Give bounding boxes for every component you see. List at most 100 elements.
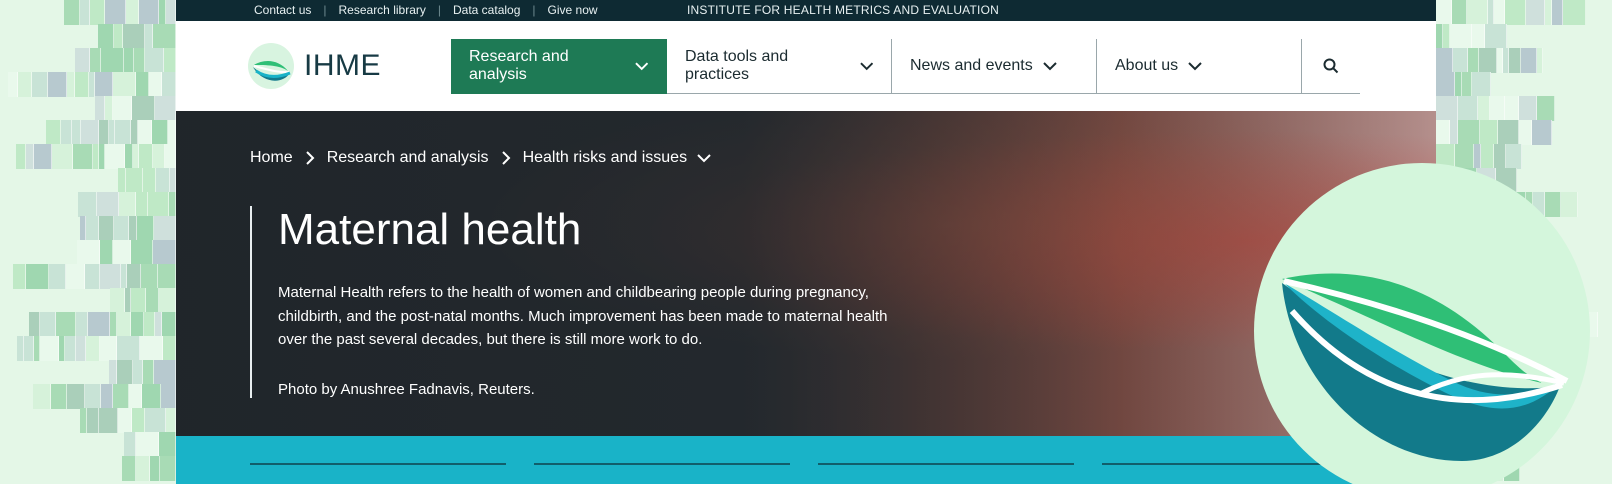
pattern-cell bbox=[133, 360, 143, 385]
pattern-cell bbox=[1498, 120, 1519, 145]
pattern-cell bbox=[160, 456, 176, 481]
pattern-cell bbox=[40, 312, 56, 337]
pattern-cell bbox=[154, 360, 176, 385]
pattern-cell bbox=[78, 192, 97, 217]
pattern-row bbox=[1436, 48, 1543, 73]
pattern-cell bbox=[152, 120, 168, 145]
main-navigation: Research and analysis Data tools and pra… bbox=[451, 39, 1360, 94]
website-page: Contact us | Research library | Data cat… bbox=[176, 0, 1436, 484]
pattern-cell bbox=[117, 312, 131, 337]
pattern-cell bbox=[76, 312, 88, 337]
search-button[interactable] bbox=[1302, 39, 1360, 94]
pattern-cell bbox=[67, 72, 75, 97]
breadcrumb-home[interactable]: Home bbox=[250, 149, 293, 167]
pattern-cell bbox=[1519, 120, 1532, 145]
chevron-down-icon[interactable] bbox=[697, 153, 711, 163]
pattern-cell bbox=[24, 336, 34, 361]
pattern-cell bbox=[1436, 48, 1453, 73]
divider: | bbox=[323, 3, 327, 17]
pattern-cell bbox=[1494, 0, 1505, 25]
page-description: Maternal Health refers to the health of … bbox=[278, 284, 888, 348]
pattern-cell bbox=[113, 240, 131, 265]
pattern-cell bbox=[97, 192, 119, 217]
pattern-cell bbox=[98, 24, 114, 49]
pattern-cell bbox=[145, 408, 166, 433]
pattern-cell bbox=[163, 336, 176, 361]
pattern-cell bbox=[52, 144, 73, 169]
chevron-down-icon bbox=[634, 61, 648, 70]
pattern-cell bbox=[1467, 0, 1488, 25]
pattern-cell bbox=[1443, 24, 1450, 49]
photo-credit: Photo by Anushree Fadnavis, Reuters. bbox=[278, 381, 535, 398]
pattern-cell bbox=[105, 0, 126, 25]
breadcrumb-research-and-analysis[interactable]: Research and analysis bbox=[327, 149, 489, 167]
pattern-cell bbox=[153, 144, 165, 169]
pattern-cell bbox=[110, 312, 117, 337]
pattern-cell bbox=[17, 336, 24, 361]
give-now-link[interactable]: Give now bbox=[548, 3, 598, 17]
pattern-cell bbox=[8, 72, 18, 97]
pattern-cell bbox=[1537, 96, 1555, 121]
hero-accent-rule bbox=[250, 206, 252, 398]
pattern-cell bbox=[40, 336, 59, 361]
pattern-cell bbox=[101, 384, 113, 409]
nav-data-tools-and-practices[interactable]: Data tools and practices bbox=[667, 39, 892, 94]
pattern-cell bbox=[113, 384, 129, 409]
pattern-cell bbox=[105, 96, 113, 121]
pattern-cell bbox=[100, 240, 113, 265]
site-logo[interactable]: IHME bbox=[248, 43, 381, 89]
pattern-cell bbox=[122, 456, 136, 481]
pattern-cell bbox=[125, 144, 133, 169]
pattern-cell bbox=[90, 48, 101, 73]
pattern-cell bbox=[1450, 120, 1458, 145]
pattern-cell bbox=[115, 120, 131, 145]
breadcrumb-current[interactable]: Health risks and issues bbox=[523, 149, 688, 167]
pattern-cell bbox=[138, 120, 152, 145]
data-catalog-link[interactable]: Data catalog bbox=[453, 3, 520, 17]
pattern-cell bbox=[1485, 24, 1507, 49]
pattern-cell bbox=[1563, 0, 1586, 25]
pattern-cell bbox=[148, 192, 169, 217]
pattern-cell bbox=[124, 48, 134, 73]
pattern-cell bbox=[1450, 24, 1472, 49]
research-library-link[interactable]: Research library bbox=[339, 3, 426, 17]
nav-about-us[interactable]: About us bbox=[1097, 39, 1302, 94]
contact-us-link[interactable]: Contact us bbox=[254, 3, 311, 17]
pattern-cell bbox=[99, 120, 109, 145]
pattern-cell bbox=[1436, 96, 1458, 121]
pattern-cell bbox=[64, 0, 80, 25]
pattern-row bbox=[124, 432, 176, 457]
nav-news-and-events[interactable]: News and events bbox=[892, 39, 1097, 94]
pattern-cell bbox=[1545, 0, 1552, 25]
tab-divider-line bbox=[818, 463, 1074, 465]
pattern-cell bbox=[80, 408, 87, 433]
pattern-cell bbox=[159, 288, 176, 313]
pattern-cell bbox=[1479, 48, 1497, 73]
nav-research-and-analysis[interactable]: Research and analysis bbox=[451, 39, 667, 94]
pattern-cell bbox=[131, 312, 144, 337]
pattern-cell bbox=[144, 312, 155, 337]
pattern-cell bbox=[86, 336, 100, 361]
pattern-cell bbox=[129, 384, 142, 409]
pattern-cell bbox=[131, 120, 138, 145]
pattern-cell bbox=[153, 24, 176, 49]
pattern-cell bbox=[85, 264, 100, 289]
pattern-cell bbox=[100, 336, 117, 361]
utility-bar: Contact us | Research library | Data cat… bbox=[176, 0, 1436, 21]
pattern-cell bbox=[18, 72, 32, 97]
pattern-cell bbox=[166, 408, 176, 433]
chevron-right-icon bbox=[305, 151, 315, 165]
pattern-cell bbox=[1478, 96, 1490, 121]
pattern-cell bbox=[1537, 48, 1543, 73]
pattern-cell bbox=[155, 96, 176, 121]
nav-label: News and events bbox=[910, 57, 1033, 74]
pattern-row bbox=[122, 456, 176, 481]
pattern-cell bbox=[153, 240, 176, 265]
pattern-cell bbox=[119, 192, 136, 217]
pattern-cell bbox=[164, 48, 176, 73]
pattern-cell bbox=[65, 336, 76, 361]
pattern-row bbox=[78, 192, 176, 217]
pattern-cell bbox=[1472, 72, 1491, 97]
pattern-cell bbox=[73, 144, 93, 169]
tab-divider-line bbox=[534, 463, 790, 465]
